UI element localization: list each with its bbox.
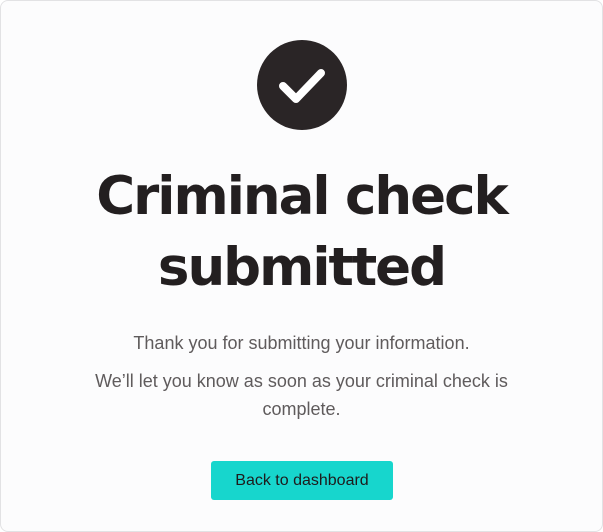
confirmation-card: Criminal check submitted Thank you for s… <box>0 0 603 532</box>
thank-you-message: Thank you for submitting your informatio… <box>133 333 470 353</box>
checkmark-icon <box>257 40 347 130</box>
back-to-dashboard-button[interactable]: Back to dashboard <box>211 461 393 500</box>
follow-up-message: We’ll let you know as soon as your crimi… <box>95 371 508 419</box>
checkmark-glyph <box>279 69 325 103</box>
page-title: Criminal check submitted <box>96 166 508 298</box>
